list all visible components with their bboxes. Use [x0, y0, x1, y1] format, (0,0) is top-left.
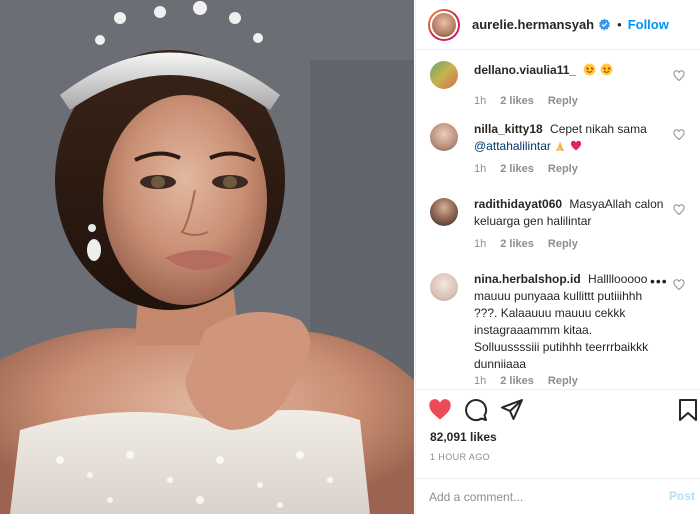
reply-button[interactable]: Reply — [548, 163, 578, 175]
comment-content: nina.herbalshop.id Hallllooooo mauuu pun… — [474, 271, 654, 373]
comment-likes[interactable]: 2 likes — [500, 95, 534, 107]
portrait-image — [0, 0, 414, 514]
like-comment-heart-icon[interactable] — [673, 279, 685, 291]
comment-likes[interactable]: 2 likes — [500, 238, 534, 250]
post-actions: 82,091 likes 1 HOUR AGO Post — [416, 389, 700, 514]
comment-username[interactable]: dellano.viaulia11_ — [474, 63, 576, 77]
author-avatar-image — [430, 10, 458, 39]
post-comment-button[interactable]: Post — [669, 489, 695, 503]
like-comment-heart-icon[interactable] — [673, 70, 685, 82]
likes-count[interactable]: 82,091 likes — [430, 430, 497, 444]
verified-badge-icon — [599, 18, 611, 31]
author-username[interactable]: aurelie.hermansyah — [472, 17, 594, 32]
header-separator: • — [617, 17, 622, 32]
commenter-avatar[interactable] — [430, 273, 458, 301]
post-photo[interactable] — [0, 0, 414, 514]
author-avatar[interactable] — [428, 8, 460, 41]
pray-icon — [556, 141, 565, 151]
comment-text: Cepet nikah sama — [550, 122, 647, 136]
comment-options-button[interactable]: ••• — [650, 273, 668, 289]
post-timestamp[interactable]: 1 HOUR AGO — [430, 452, 490, 462]
comment-time[interactable]: 1h — [474, 238, 486, 250]
reply-button[interactable]: Reply — [548, 95, 578, 107]
comment-time[interactable]: 1h — [474, 95, 486, 107]
comment-meta: 1h 2 likes Reply — [474, 95, 578, 107]
commenter-avatar[interactable] — [430, 198, 458, 226]
comment-content: dellano.viaulia11_ — [474, 62, 674, 79]
comment-content: nilla_kitty18 Cepet nikah sama @attahali… — [474, 121, 674, 155]
save-bookmark-icon[interactable] — [676, 398, 700, 422]
post-details-panel: aurelie.hermansyah • Follow dellano.viau… — [415, 0, 700, 514]
comment-meta: 1h 2 likes Reply — [474, 375, 578, 387]
comment-likes[interactable]: 2 likes — [500, 375, 534, 387]
commenter-avatar[interactable] — [430, 123, 458, 151]
comment-content: radithidayat060 MasyaAllah calon keluarg… — [474, 196, 674, 230]
share-icon[interactable] — [500, 398, 524, 422]
commenter-avatar[interactable] — [430, 61, 458, 89]
comment-icon[interactable] — [464, 398, 488, 422]
comment-time[interactable]: 1h — [474, 375, 486, 387]
heart-eyes-icon — [584, 63, 596, 76]
red-heart-icon — [570, 140, 581, 151]
comments-list[interactable]: dellano.viaulia11_ 1h 2 likes Reply nill… — [416, 51, 700, 388]
post-header: aurelie.hermansyah • Follow — [416, 0, 700, 50]
like-heart-icon[interactable] — [428, 398, 452, 422]
comment-meta: 1h 2 likes Reply — [474, 238, 578, 250]
like-comment-heart-icon[interactable] — [673, 204, 685, 216]
action-icon-row — [428, 398, 697, 424]
like-comment-heart-icon[interactable] — [673, 129, 685, 141]
comment-username[interactable]: nilla_kitty18 — [474, 122, 543, 136]
comment-time[interactable]: 1h — [474, 163, 486, 175]
follow-button[interactable]: Follow — [628, 17, 669, 32]
comment-likes[interactable]: 2 likes — [500, 163, 534, 175]
reply-button[interactable]: Reply — [548, 375, 578, 387]
reply-button[interactable]: Reply — [548, 238, 578, 250]
comment-username[interactable]: radithidayat060 — [474, 197, 562, 211]
add-comment-bar: Post — [416, 478, 700, 514]
comment-text: Hallllooooo mauuu punyaaa kullittt putii… — [474, 272, 649, 371]
heart-eyes-icon — [600, 63, 613, 76]
comment-mention-link[interactable]: @attahalilintar — [474, 139, 551, 153]
comment-username[interactable]: nina.herbalshop.id — [474, 272, 581, 286]
add-comment-input[interactable] — [429, 487, 649, 507]
comment-meta: 1h 2 likes Reply — [474, 163, 578, 175]
